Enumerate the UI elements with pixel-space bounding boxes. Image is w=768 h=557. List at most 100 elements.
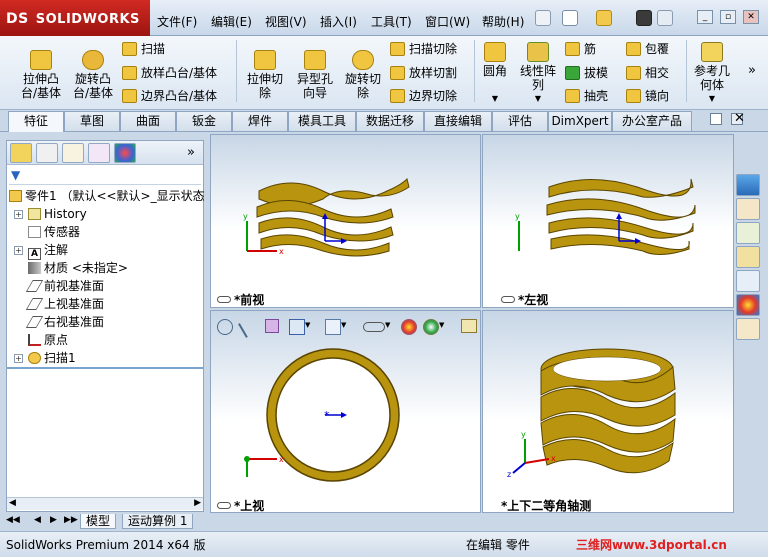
linear-pattern-button[interactable]: 线性阵 列 ▼ (516, 42, 560, 106)
tab-scroll-first-icon[interactable]: ◀◀ (6, 515, 20, 525)
tab-evaluate[interactable]: 评估 (492, 111, 548, 131)
menu-insert[interactable]: 插入(I) (320, 13, 357, 30)
filter-bar[interactable]: ▼ (9, 167, 201, 185)
tab-scroll-next-icon[interactable]: ▶ (50, 515, 57, 525)
mirror-button[interactable]: 镜向 (626, 89, 669, 103)
sweep-cut-button[interactable]: 扫描切除 (390, 42, 457, 56)
tree-item-sweep1[interactable]: 扫描1 (28, 350, 76, 366)
loft-cut-button[interactable]: 放样切割 (390, 66, 457, 80)
horizontal-scrollbar[interactable]: ◀ ▶ (7, 497, 203, 510)
tab-mold-tools[interactable]: 模具工具 (288, 111, 356, 131)
extrude-cut-icon (254, 50, 276, 70)
expand-annotations-toggle[interactable]: + (14, 246, 23, 255)
tree-item-sensors[interactable]: 传感器 (28, 224, 80, 240)
feature-manager-tab-icon[interactable] (10, 143, 32, 163)
revolve-boss-button[interactable]: 旋转凸 台/基体 (68, 50, 118, 100)
tab-office-products[interactable]: 办公室产品 (612, 111, 692, 131)
menu-edit[interactable]: 编辑(E) (211, 13, 252, 30)
configuration-manager-tab-icon[interactable] (62, 143, 84, 163)
restore-button[interactable]: ▫ (720, 10, 736, 24)
dimxpert-manager-tab-icon[interactable] (88, 143, 110, 163)
tab-scroll-prev-icon[interactable]: ◀ (34, 515, 41, 525)
options-icon[interactable] (657, 10, 673, 26)
fillet-dropdown-arrow[interactable]: ▼ (478, 92, 512, 106)
design-library-icon[interactable] (736, 198, 760, 220)
close-button[interactable]: ✕ (743, 10, 759, 24)
pin-icon[interactable] (535, 10, 551, 26)
tile-windows-icon[interactable] (710, 113, 722, 125)
link-views-icon[interactable] (501, 296, 515, 303)
loft-boss-button[interactable]: 放样凸台/基体 (122, 66, 217, 80)
link-views-icon[interactable] (217, 502, 231, 509)
appearances-scenes-icon[interactable] (736, 294, 760, 316)
menu-help[interactable]: 帮助(H) (482, 13, 524, 30)
linear-pattern-dropdown-arrow[interactable]: ▼ (516, 92, 560, 106)
viewport-front[interactable]: y x *前视 (210, 134, 481, 308)
view-palette-icon[interactable] (736, 270, 760, 292)
ribbon-more-button[interactable]: » (748, 64, 756, 78)
reference-geometry-button[interactable]: 参考几 何体 ▼ (690, 42, 734, 106)
scroll-left-arrow[interactable]: ◀ (9, 498, 16, 508)
tab-surfaces[interactable]: 曲面 (120, 111, 176, 131)
expand-sweep-toggle[interactable]: + (14, 354, 23, 363)
file-explorer-icon[interactable] (736, 222, 760, 244)
viewport-label-isometric: *上下二等角轴测 (501, 497, 591, 512)
property-manager-tab-icon[interactable] (36, 143, 58, 163)
viewport-isometric[interactable]: y x z *上下二等角轴测 (482, 310, 734, 513)
tree-part-root[interactable]: 零件1 （默认<<默认>_显示状态 (9, 188, 205, 204)
menu-view[interactable]: 视图(V) (265, 13, 307, 30)
extrude-cut-button[interactable]: 拉伸切 除 (240, 50, 290, 100)
intersect-button[interactable]: 相交 (626, 66, 669, 80)
wrap-button[interactable]: 包覆 (626, 42, 669, 56)
close-document-icon[interactable]: ✕ (734, 111, 745, 126)
tab-data-migration[interactable]: 数据迁移 (356, 111, 424, 131)
boundary-cut-button[interactable]: 边界切除 (390, 89, 457, 103)
tab-model[interactable]: 模型 (80, 514, 117, 529)
menu-tools[interactable]: 工具(T) (371, 13, 412, 30)
tree-item-material[interactable]: 材质 <未指定> (28, 260, 128, 276)
shell-button[interactable]: 抽壳 (565, 89, 608, 103)
custom-properties-icon[interactable] (736, 318, 760, 340)
solidworks-resources-icon[interactable] (736, 174, 760, 196)
hole-wizard-button[interactable]: 异型孔 向导 (290, 50, 340, 100)
rollback-bar[interactable] (7, 367, 203, 369)
scroll-right-arrow[interactable]: ▶ (194, 498, 201, 508)
tree-item-front-plane[interactable]: 前视基准面 (25, 278, 104, 294)
boundary-boss-button[interactable]: 边界凸台/基体 (122, 89, 217, 103)
tab-dimxpert[interactable]: DimXpert (548, 111, 612, 131)
tree-item-right-plane[interactable]: 右视基准面 (25, 314, 104, 330)
tab-weldments[interactable]: 焊件 (232, 111, 288, 131)
tree-item-annotations[interactable]: A 注解 (28, 242, 68, 260)
reference-geometry-dropdown-arrow[interactable]: ▼ (690, 92, 734, 106)
revolve-cut-button[interactable]: 旋转切 除 (338, 50, 388, 100)
folder-icon[interactable] (736, 246, 760, 268)
tab-motion-study-1[interactable]: 运动算例 1 (122, 514, 194, 529)
tab-sketch[interactable]: 草图 (64, 111, 120, 131)
rib-button[interactable]: 筋 (565, 42, 596, 56)
new-document-icon[interactable] (562, 10, 578, 26)
menu-window[interactable]: 窗口(W) (425, 13, 470, 30)
minimize-button[interactable]: _ (697, 10, 713, 24)
extrude-boss-button[interactable]: 拉伸凸 台/基体 (16, 50, 66, 100)
expand-history-toggle[interactable]: + (14, 210, 23, 219)
menu-file[interactable]: 文件(F) (157, 13, 197, 30)
tab-scroll-last-icon[interactable]: ▶▶ (64, 515, 78, 525)
open-folder-icon[interactable] (596, 10, 612, 26)
solidworks-logo[interactable]: DS SOLIDWORKS (0, 0, 150, 36)
display-manager-tab-icon[interactable] (114, 143, 136, 163)
viewport-left[interactable]: y *左视 (482, 134, 734, 308)
sweep-button[interactable]: 扫描 (122, 42, 165, 56)
tab-direct-editing[interactable]: 直接编辑 (424, 111, 492, 131)
viewport-top[interactable]: ▼ ▼ ▼ ▼ * x *上视 (210, 310, 481, 513)
draft-button[interactable]: 拔模 (565, 66, 608, 80)
tree-item-history[interactable]: History (28, 206, 87, 222)
tree-item-top-plane[interactable]: 上视基准面 (25, 296, 104, 312)
tab-sheet-metal[interactable]: 钣金 (176, 111, 232, 131)
tab-features[interactable]: 特征 (8, 111, 64, 132)
panel-expand-button[interactable]: » (187, 145, 195, 160)
fillet-button[interactable]: 圆角 ▼ (478, 42, 512, 106)
link-views-icon[interactable] (217, 296, 231, 303)
traffic-light-icon[interactable] (636, 10, 652, 26)
tree-item-origin[interactable]: 原点 (28, 332, 68, 348)
filter-icon[interactable]: ▼ (11, 168, 20, 182)
